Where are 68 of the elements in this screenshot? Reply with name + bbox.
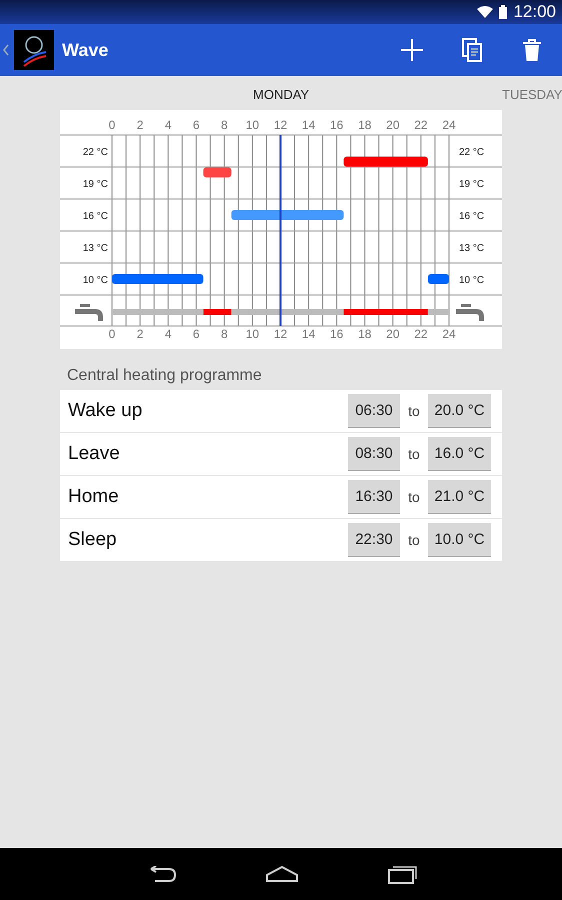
temperature-label: 16 °C <box>459 211 484 222</box>
hour-label: 20 <box>386 118 400 132</box>
hour-label: 2 <box>136 327 144 341</box>
hour-label: 14 <box>302 327 316 341</box>
temperature-label: 13 °C <box>459 243 484 254</box>
hour-label: 18 <box>358 327 372 341</box>
temperature-button[interactable]: 20.0 °C <box>428 394 491 428</box>
temperature-button[interactable]: 16.0 °C <box>428 437 491 471</box>
hour-label: 18 <box>358 118 372 132</box>
hour-label: 2 <box>136 118 144 132</box>
joiner-text: to <box>407 403 421 419</box>
add-icon[interactable] <box>400 38 424 62</box>
hour-label: 10 <box>246 118 260 132</box>
time-button[interactable]: 06:30 <box>348 394 400 428</box>
tap-icon <box>456 304 484 321</box>
temperature-button[interactable]: 21.0 °C <box>428 480 491 514</box>
hour-label: 0 <box>108 327 116 341</box>
programme-name: Wake up <box>68 400 144 422</box>
temperature-label: 22 °C <box>82 147 108 158</box>
temperature-label: 19 °C <box>82 179 108 190</box>
temperature-button[interactable]: 10.0 °C <box>428 523 491 557</box>
day-tab[interactable]: TUESDAY <box>502 87 562 102</box>
tap-icon <box>75 304 103 321</box>
hour-label: 10 <box>246 327 260 341</box>
clock-time: 12:00 <box>513 2 556 22</box>
day-tab[interactable]: MONDAY <box>253 87 310 102</box>
battery-icon <box>499 5 508 19</box>
hour-label: 20 <box>386 327 400 341</box>
programme-name: Sleep <box>68 529 118 551</box>
hour-label: 22 <box>414 118 428 132</box>
programme-name: Leave <box>68 443 121 465</box>
hour-label: 12 <box>274 327 288 341</box>
hour-label: 24 <box>442 118 456 132</box>
copy-icon[interactable] <box>460 38 484 62</box>
temperature-label: 22 °C <box>459 147 484 158</box>
time-button[interactable]: 22:30 <box>348 523 400 557</box>
joiner-text: to <box>407 532 421 548</box>
temperature-label: 10 °C <box>82 275 108 286</box>
wifi-icon <box>477 6 494 18</box>
app-logo-icon[interactable] <box>14 30 54 70</box>
hour-label: 4 <box>164 118 172 132</box>
temperature-label: 10 °C <box>459 275 484 286</box>
hour-label: 8 <box>221 327 228 341</box>
trash-icon[interactable] <box>520 38 544 62</box>
time-button[interactable]: 16:30 <box>348 480 400 514</box>
back-caret-icon[interactable] <box>3 44 9 56</box>
hour-label: 8 <box>221 118 228 132</box>
temperature-label: 19 °C <box>459 179 484 190</box>
hour-label: 16 <box>330 327 344 341</box>
time-button[interactable]: 08:30 <box>348 437 400 471</box>
joiner-text: to <box>407 446 421 462</box>
programme-name: Home <box>68 486 120 508</box>
hour-label: 24 <box>442 327 456 341</box>
recent-apps-icon[interactable] <box>387 864 417 884</box>
hour-label: 0 <box>108 118 116 132</box>
hour-label: 22 <box>414 327 428 341</box>
home-icon[interactable] <box>265 866 299 882</box>
hour-label: 14 <box>302 118 316 132</box>
hour-label: 12 <box>274 118 288 132</box>
app-title: Wave <box>62 40 110 60</box>
hour-label: 4 <box>164 327 172 341</box>
hour-label: 6 <box>192 327 200 341</box>
hour-label: 16 <box>330 118 344 132</box>
temperature-label: 16 °C <box>82 211 108 222</box>
temperature-label: 13 °C <box>82 243 108 254</box>
hour-label: 6 <box>192 118 200 132</box>
section-title: Central heating programme <box>66 366 263 386</box>
joiner-text: to <box>407 489 421 505</box>
